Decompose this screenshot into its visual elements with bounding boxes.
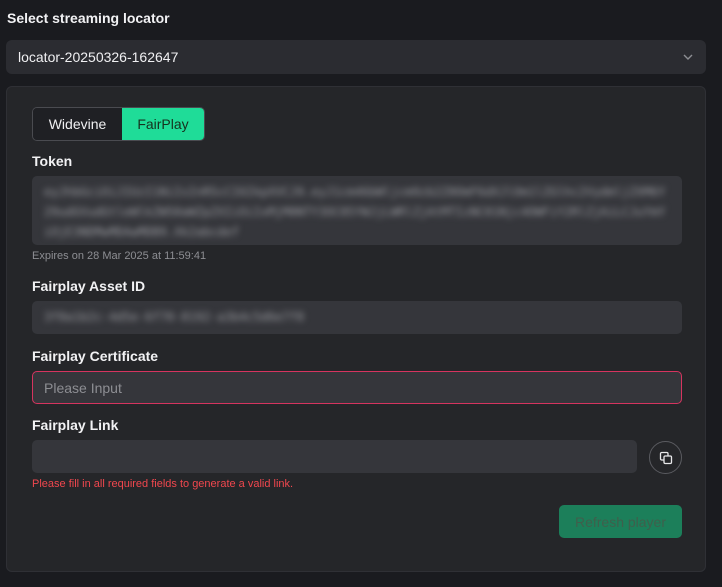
asset-id-value: 3f8a1b2c-4d5e-6f70-8192-a3b4c5d6e7f8	[44, 310, 305, 324]
tab-widevine[interactable]: Widevine	[33, 108, 122, 140]
token-field[interactable]: eyJhbGciOiJIUzI1NiIsInR5cCI6IkpXVCJ9.eyJ…	[32, 176, 682, 245]
asset-id-field[interactable]: 3f8a1b2c-4d5e-6f70-8192-a3b4c5d6e7f8	[32, 301, 682, 334]
copy-link-button[interactable]	[649, 441, 682, 474]
link-field[interactable]	[32, 440, 637, 473]
token-label: Token	[32, 153, 73, 169]
token-value: eyJhbGciOiJIUzI1NiIsInR5cCI6IkpXVCJ9.eyJ…	[44, 185, 666, 239]
drm-config-card: Widevine FairPlay Token eyJhbGciOiJIUzI1…	[6, 86, 706, 572]
locator-select-value: locator-20250326-162647	[18, 49, 179, 65]
section-title: Select streaming locator	[7, 10, 170, 26]
chevron-down-icon	[683, 54, 693, 60]
tab-fairplay[interactable]: FairPlay	[122, 108, 204, 140]
tab-fairplay-label: FairPlay	[137, 116, 189, 132]
copy-icon	[659, 451, 672, 464]
drm-tabs: Widevine FairPlay	[32, 107, 205, 141]
link-error-message: Please fill in all required fields to ge…	[32, 478, 294, 490]
certificate-input[interactable]	[32, 371, 682, 404]
link-label: Fairplay Link	[32, 417, 119, 433]
token-expires: Expires on 28 Mar 2025 at 11:59:41	[32, 250, 207, 262]
locator-select[interactable]: locator-20250326-162647	[6, 40, 706, 74]
asset-id-label: Fairplay Asset ID	[32, 278, 146, 294]
refresh-player-button[interactable]: Refresh player	[559, 505, 682, 538]
certificate-label: Fairplay Certificate	[32, 348, 159, 364]
tab-widevine-label: Widevine	[48, 116, 107, 132]
